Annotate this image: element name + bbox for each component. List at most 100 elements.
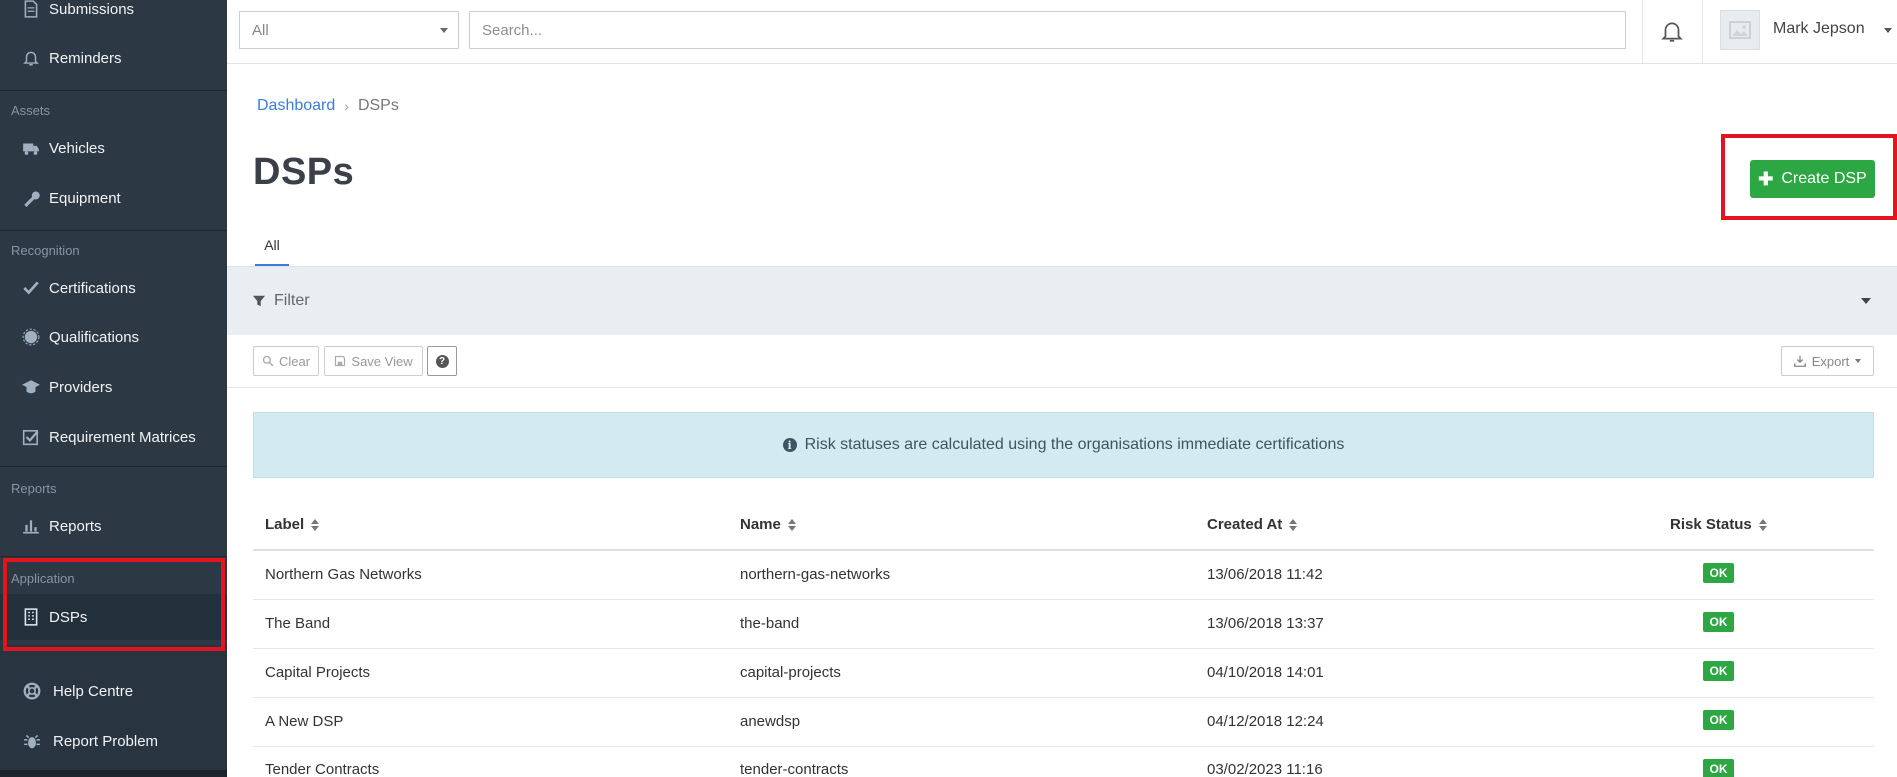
tab-all[interactable]: All bbox=[255, 227, 289, 267]
page-title: DSPs bbox=[253, 151, 355, 193]
sidebar-item-certifications[interactable]: Certifications bbox=[0, 267, 227, 309]
scope-select-value: All bbox=[252, 21, 269, 39]
sidebar-item-help-centre[interactable]: Help Centre bbox=[0, 670, 227, 712]
life-ring-icon bbox=[21, 681, 43, 701]
filter-bar[interactable]: Filter bbox=[227, 267, 1897, 335]
sidebar-item-label: Help Centre bbox=[53, 682, 134, 700]
create-dsp-label: Create DSP bbox=[1781, 170, 1867, 187]
clear-button[interactable]: Clear bbox=[253, 346, 319, 376]
truck-icon bbox=[20, 138, 42, 158]
bell-icon bbox=[20, 48, 42, 68]
save-icon bbox=[335, 355, 346, 367]
user-name[interactable]: Mark Jepson bbox=[1773, 20, 1865, 38]
sidebar-item-label: Reports bbox=[49, 517, 102, 535]
question-icon: ? bbox=[435, 354, 449, 368]
sidebar-section-assets: Assets bbox=[11, 103, 51, 118]
badge-icon bbox=[20, 327, 42, 347]
table-row[interactable]: A New DSP anewdsp 04/12/2018 12:24 OK bbox=[253, 698, 1874, 747]
check-icon bbox=[20, 278, 42, 298]
cell-name: anewdsp bbox=[740, 713, 801, 730]
table-row[interactable]: Northern Gas Networks northern-gas-netwo… bbox=[253, 551, 1874, 600]
breadcrumb-dashboard-link[interactable]: Dashboard bbox=[257, 97, 335, 115]
search-icon bbox=[262, 355, 274, 367]
table-row[interactable]: Tender Contracts tender-contracts 03/02/… bbox=[253, 747, 1874, 777]
sidebar-item-reports[interactable]: Reports bbox=[0, 505, 227, 547]
sidebar-item-label: Qualifications bbox=[49, 328, 140, 346]
status-badge: OK bbox=[1703, 710, 1734, 730]
column-header-risk-status[interactable]: Risk Status bbox=[1670, 516, 1767, 533]
sidebar-item-label: Vehicles bbox=[49, 139, 105, 157]
cell-label: The Band bbox=[265, 615, 331, 632]
cell-name: northern-gas-networks bbox=[740, 566, 891, 583]
export-label: Export bbox=[1811, 353, 1850, 369]
sidebar-item-equipment[interactable]: Equipment bbox=[0, 177, 227, 219]
info-icon: i bbox=[782, 438, 797, 452]
sort-icon bbox=[1758, 518, 1767, 531]
sidebar-item-submissions[interactable]: Submissions bbox=[0, 0, 227, 30]
building-icon bbox=[20, 607, 42, 627]
status-badge: OK bbox=[1703, 612, 1734, 632]
sidebar-item-qualifications[interactable]: Qualifications bbox=[0, 316, 227, 358]
cell-label: Northern Gas Networks bbox=[265, 566, 422, 583]
cell-created-at: 04/12/2018 12:24 bbox=[1207, 713, 1324, 730]
sidebar-item-label: DSPs bbox=[49, 608, 88, 626]
chevron-down-icon bbox=[440, 28, 448, 33]
sidebar-divider bbox=[0, 466, 227, 467]
cell-label: Tender Contracts bbox=[265, 761, 380, 777]
sidebar-item-label: Certifications bbox=[49, 279, 136, 297]
sidebar-item-providers[interactable]: Providers bbox=[0, 366, 227, 408]
sidebar-item-label: Equipment bbox=[49, 189, 121, 207]
sidebar-divider bbox=[0, 230, 227, 231]
search-input[interactable] bbox=[469, 11, 1626, 49]
avatar[interactable] bbox=[1720, 10, 1760, 50]
sidebar-divider bbox=[0, 556, 227, 557]
column-header-created-at[interactable]: Created At bbox=[1207, 516, 1298, 533]
create-dsp-button[interactable]: ✚ Create DSP bbox=[1750, 160, 1875, 198]
column-header-label[interactable]: Label bbox=[265, 516, 320, 533]
save-view-label: Save View bbox=[351, 353, 413, 369]
notifications-bell-icon[interactable] bbox=[1659, 18, 1685, 44]
download-icon bbox=[1793, 355, 1806, 367]
sidebar-item-dsps[interactable]: DSPs bbox=[0, 594, 227, 640]
column-header-text: Label bbox=[265, 516, 305, 533]
image-placeholder-icon bbox=[1729, 21, 1751, 39]
sidebar-item-report-problem[interactable]: Report Problem bbox=[0, 720, 227, 762]
sidebar-item-label: Report Problem bbox=[53, 732, 159, 750]
save-view-button[interactable]: Save View bbox=[324, 346, 423, 376]
topbar: All Mark Jepson bbox=[227, 0, 1897, 64]
help-button[interactable]: ? bbox=[427, 346, 457, 376]
cell-created-at: 13/06/2018 13:37 bbox=[1207, 615, 1324, 632]
cell-name: tender-contracts bbox=[740, 761, 849, 777]
sidebar-item-requirement-matrices[interactable]: Requirement Matrices bbox=[0, 416, 227, 458]
table-row[interactable]: The Band the-band 13/06/2018 13:37 OK bbox=[253, 600, 1874, 649]
sidebar-item-reminders[interactable]: Reminders bbox=[0, 37, 227, 79]
app-root: Submissions Reminders Assets Vehicles Eq… bbox=[0, 0, 1897, 777]
sidebar-item-label: Submissions bbox=[49, 0, 135, 18]
column-header-text: Name bbox=[740, 516, 781, 533]
export-button[interactable]: Export bbox=[1781, 346, 1874, 376]
column-header-text: Created At bbox=[1207, 516, 1283, 533]
info-alert: i Risk statuses are calculated using the… bbox=[253, 412, 1874, 478]
sidebar-section-reports: Reports bbox=[11, 481, 57, 496]
cell-created-at: 03/02/2023 11:16 bbox=[1207, 761, 1323, 777]
sidebar-divider bbox=[0, 90, 227, 91]
topbar-divider bbox=[1702, 0, 1703, 64]
cell-label: A New DSP bbox=[265, 713, 344, 730]
sidebar-item-vehicles[interactable]: Vehicles bbox=[0, 127, 227, 169]
topbar-divider bbox=[1642, 0, 1643, 64]
scope-select[interactable]: All bbox=[239, 11, 459, 49]
info-message: Risk statuses are calculated using the o… bbox=[804, 436, 1345, 453]
cell-label: Capital Projects bbox=[265, 664, 371, 681]
chevron-down-icon[interactable] bbox=[1884, 28, 1892, 33]
sort-icon bbox=[311, 518, 320, 531]
breadcrumb: Dashboard › DSPs bbox=[257, 97, 399, 115]
chevron-down-icon[interactable] bbox=[1861, 298, 1871, 304]
chevron-down-icon bbox=[1855, 359, 1862, 363]
sidebar-item-label: Reminders bbox=[49, 49, 122, 67]
table-row[interactable]: Capital Projects capital-projects 04/10/… bbox=[253, 649, 1874, 698]
sidebar-footer bbox=[0, 770, 227, 777]
checkbox-icon bbox=[20, 427, 42, 447]
document-icon bbox=[20, 0, 42, 19]
column-header-name[interactable]: Name bbox=[740, 516, 796, 533]
sidebar-section-application: Application bbox=[11, 571, 75, 586]
